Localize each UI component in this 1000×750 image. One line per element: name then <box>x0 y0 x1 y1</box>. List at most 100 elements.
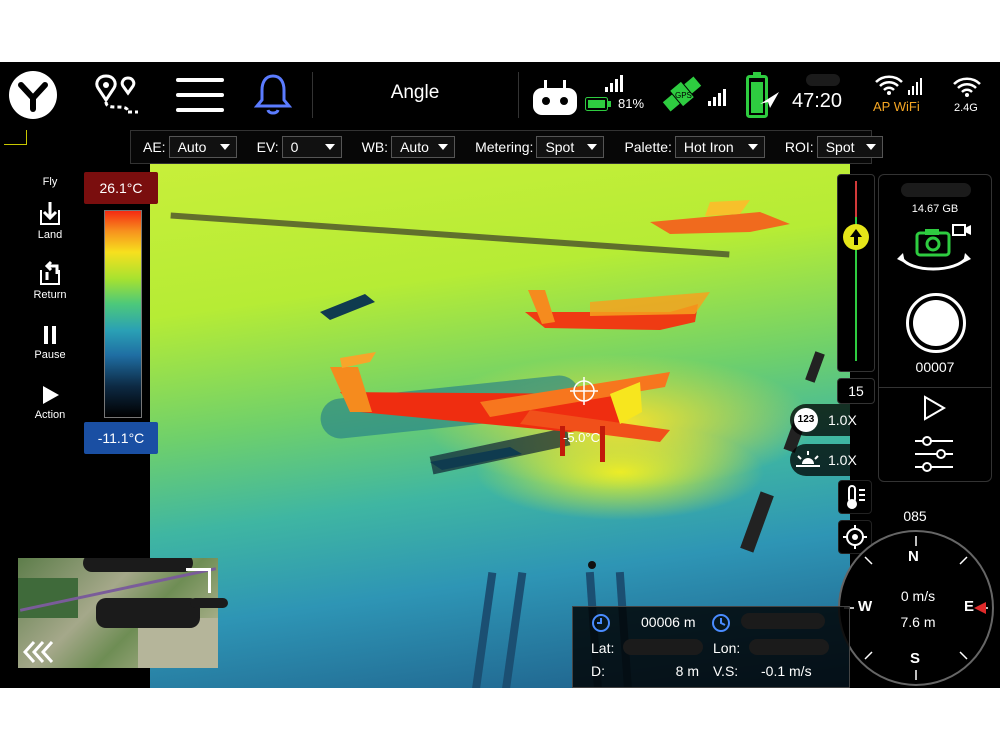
chevron-down-icon <box>865 144 876 150</box>
ev-dropdown[interactable]: 0 <box>281 136 342 158</box>
wb-dropdown[interactable]: Auto <box>391 136 456 158</box>
redacted-area <box>96 598 200 628</box>
land-button[interactable]: Land <box>18 200 82 241</box>
metering-setting: Metering: Spot <box>475 136 605 158</box>
mode-title[interactable]: Angle <box>330 82 500 104</box>
camera-video-switch-icon[interactable] <box>895 221 977 277</box>
flight-time: 47:20 <box>792 90 843 112</box>
wifi-icon[interactable] <box>952 76 982 98</box>
gps-satellite-icon[interactable]: GPS <box>660 74 704 114</box>
slider-top-segment <box>855 181 857 217</box>
signal-bars-icon <box>605 74 625 92</box>
pause-button[interactable]: Pause <box>18 324 82 361</box>
ir-zoom-button[interactable]: 1.0X <box>790 444 872 476</box>
topbar-divider <box>518 72 519 118</box>
gps-signal-bars-icon <box>708 88 728 106</box>
redacted-area <box>741 613 825 629</box>
expand-map-icon[interactable] <box>186 568 211 593</box>
gimbal-pitch-slider[interactable] <box>837 174 875 372</box>
altitude-clock-icon <box>592 614 610 632</box>
metering-dropdown[interactable]: Spot <box>536 136 605 158</box>
action-button[interactable]: Action <box>18 384 82 421</box>
ap-wifi-icon[interactable] <box>874 74 924 96</box>
palette-setting: Palette: Hot Iron <box>624 136 765 158</box>
shutter-button[interactable] <box>906 293 966 353</box>
roi-value: Spot <box>825 139 855 155</box>
land-label: Land <box>37 229 63 241</box>
palette-dropdown[interactable]: Hot Iron <box>674 136 765 158</box>
ev-setting: EV: 0 <box>257 136 342 158</box>
app-logo-icon[interactable] <box>9 71 57 119</box>
chevron-down-icon <box>747 144 758 150</box>
temperature-measure-button[interactable] <box>838 480 872 514</box>
distance-label: D: <box>591 663 605 679</box>
ev-value: 0 <box>290 139 299 155</box>
remote-controller-icon[interactable] <box>532 80 578 116</box>
compass-speed-readout: 0 m/s <box>900 588 936 604</box>
return-home-icon <box>40 260 60 285</box>
digital-zoom-button[interactable]: 123 1.0X <box>790 404 872 436</box>
min-temp-badge: -11.1°C <box>84 422 158 454</box>
compass-e: E <box>964 598 975 615</box>
ir-zoom-value: 1.0X <box>828 452 857 468</box>
shutter-inner <box>913 300 959 346</box>
playback-icon[interactable] <box>921 395 947 421</box>
photo-count: 00007 <box>915 359 955 375</box>
compass-heading-value: 085 <box>903 508 927 524</box>
chevron-down-icon <box>438 144 449 150</box>
wb-label: WB: <box>361 139 389 155</box>
metering-label: Metering: <box>475 139 534 155</box>
wb-value: Auto <box>400 139 429 155</box>
battery-percent: 81% <box>618 96 645 111</box>
ap-wifi-label: AP WiFi <box>873 99 920 114</box>
minimap[interactable] <box>18 558 218 668</box>
roi-dropdown[interactable]: Spot <box>816 136 883 158</box>
palette-value: Hot Iron <box>683 139 734 155</box>
lon-label: Lon: <box>713 640 741 656</box>
notification-bell-icon[interactable] <box>253 72 293 116</box>
temperature-color-scale <box>104 210 142 418</box>
top-bar: Angle 81% GPS 47:20 AP WiFi 2.4G <box>0 62 1000 128</box>
metering-value: Spot <box>545 139 575 155</box>
collapse-chevrons-icon[interactable] <box>22 640 56 664</box>
thermometer-icon <box>847 485 865 509</box>
ae-dropdown[interactable]: Auto <box>168 136 237 158</box>
up-arrow-icon <box>843 224 869 250</box>
compass[interactable]: N S W E 0 m/s 7.6 m <box>838 530 994 686</box>
digital-zoom-value: 1.0X <box>828 412 857 428</box>
telemetry-panel: 00006 m Lat: Lon: D: 8 m V.S: -0.1 m/s <box>572 606 850 688</box>
gps-label: GPS <box>675 91 692 100</box>
chevron-down-icon <box>324 144 335 150</box>
ev-label: EV: <box>256 139 279 155</box>
menu-icon[interactable] <box>176 76 224 114</box>
route-map-icon[interactable] <box>92 72 142 118</box>
redacted-area <box>901 183 971 197</box>
redacted-area <box>749 639 829 655</box>
redacted-area <box>83 558 193 572</box>
vertical-speed-label: V.S: <box>713 663 739 679</box>
pause-icon <box>44 326 56 344</box>
chevron-down-icon <box>219 144 230 150</box>
wifi-band-label: 2.4G <box>954 102 978 114</box>
altitude-value: 00006 m <box>641 614 696 630</box>
chevron-down-icon <box>587 144 598 150</box>
camera-control-panel: 14.67 GB 00007 <box>878 174 992 482</box>
drone-battery-icon[interactable] <box>746 72 780 118</box>
settings-sliders-icon[interactable] <box>913 435 955 473</box>
redacted-area <box>806 74 840 86</box>
wb-setting: WB: Auto <box>361 136 456 158</box>
land-icon <box>40 202 60 225</box>
action-label: Action <box>34 409 66 421</box>
camera-settings-bar: AE: Auto EV: 0 WB: Auto Metering: Spot P… <box>130 130 883 164</box>
panel-divider <box>879 387 991 388</box>
ae-label: AE: <box>143 139 166 155</box>
roi-setting: ROI: Spot <box>785 136 883 158</box>
sun-horizon-icon <box>796 451 820 467</box>
return-button[interactable]: Return <box>18 260 82 301</box>
ae-value: Auto <box>177 139 207 155</box>
compass-n: N <box>908 548 919 565</box>
digital-zoom-icon: 123 <box>794 408 818 432</box>
distance-value: 8 m <box>675 663 699 679</box>
time-clock-icon <box>712 614 730 632</box>
gimbal-angle-value: 15 <box>837 378 875 404</box>
